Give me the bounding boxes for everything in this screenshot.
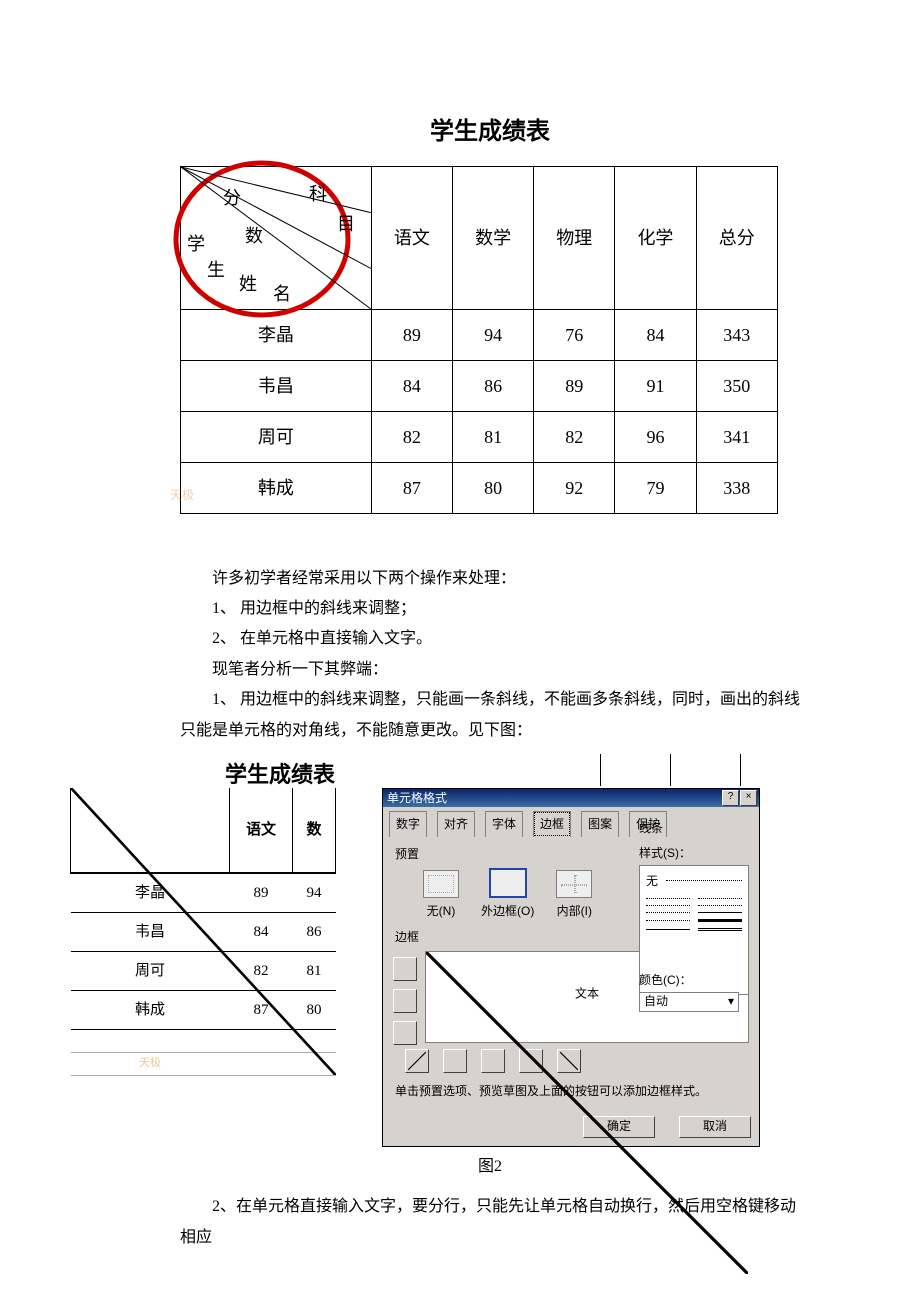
line-style-group: 线条 样式(S)： 无 <box>639 817 749 995</box>
line-style-dash4[interactable] <box>646 920 690 921</box>
cell: 338 <box>696 462 777 513</box>
table1-title: 学生成绩表 <box>180 110 800 156</box>
hdr-sheng: 生 <box>207 253 225 287</box>
cell: 86 <box>453 360 534 411</box>
border-middle-button[interactable] <box>393 989 417 1013</box>
format-cells-dialog: 单元格格式 ? × 数字 对齐 字体 边框 图案 保护 预置 <box>382 788 760 1147</box>
preset-inner-label: 内部(I) <box>556 900 592 923</box>
list-item-2: 2、 在单元格中直接输入文字。 <box>180 624 800 654</box>
cell: 87 <box>371 462 452 513</box>
col-yuwen: 语文 <box>371 166 452 309</box>
diagonal-corner <box>71 788 230 873</box>
col-wuli: 物理 <box>534 166 615 309</box>
style-label: 样式(S)： <box>639 842 749 865</box>
cell: 84 <box>371 360 452 411</box>
preset-inner[interactable]: 内部(I) <box>556 870 592 923</box>
hdr-fen: 分 <box>223 181 241 215</box>
cell: 343 <box>696 309 777 360</box>
lines-group-label: 线条 <box>639 817 749 840</box>
preview-text: 文本 <box>575 982 599 1005</box>
tab-number[interactable]: 数字 <box>389 811 427 837</box>
paragraph-drawbacks: 1、 用边框中的斜线来调整，只能画一条斜线，不能画多条斜线，同时，画出的斜线只能… <box>180 685 800 746</box>
hdr-mu: 目 <box>337 207 355 241</box>
tab-font[interactable]: 字体 <box>485 811 523 837</box>
cell: 89 <box>371 309 452 360</box>
cell: 89 <box>534 360 615 411</box>
cell: 81 <box>453 411 534 462</box>
paragraph-analyze: 现笔者分析一下其弊端： <box>180 655 800 685</box>
help-button[interactable]: ? <box>722 790 739 806</box>
hdr-ming: 名 <box>273 277 291 311</box>
preset-outer[interactable]: 外边框(O) <box>481 868 534 923</box>
cell: 350 <box>696 360 777 411</box>
line-style-double[interactable] <box>698 928 742 931</box>
tab-border[interactable]: 边框 <box>533 811 571 837</box>
table-row: 周可 82 81 82 96 341 <box>181 411 778 462</box>
hdr-xing: 姓 <box>239 267 257 301</box>
cell-name: 韦昌 <box>181 360 372 411</box>
preset-outer-label: 外边框(O) <box>481 900 534 923</box>
color-label: 颜色(C)： <box>639 969 749 992</box>
cell: 96 <box>615 411 696 462</box>
chevron-down-icon: ▾ <box>728 990 734 1013</box>
line-style-thick[interactable] <box>698 919 742 922</box>
preset-none[interactable]: 无(N) <box>423 870 459 923</box>
sheet-gridlines <box>600 754 750 784</box>
paragraph-intro: 许多初学者经常采用以下两个操作来处理： <box>180 564 800 594</box>
cell: 84 <box>615 309 696 360</box>
cell: 91 <box>615 360 696 411</box>
hdr-ke: 科 <box>309 177 327 211</box>
table-row: 韦昌 84 86 89 91 350 <box>181 360 778 411</box>
hdr-xue: 学 <box>187 227 205 261</box>
cell-name: 周可 <box>181 411 372 462</box>
line-style-dash3[interactable] <box>646 912 690 913</box>
cell: 76 <box>534 309 615 360</box>
grades-table-1: 分 科 数 目 学 生 姓 名 语文 数学 物理 化学 总分 李晶 89 94 <box>180 166 778 514</box>
cell: 94 <box>453 309 534 360</box>
line-style-solid[interactable] <box>698 912 742 913</box>
hdr-shu: 数 <box>245 219 263 253</box>
table-row: 李晶 89 94 76 84 343 <box>181 309 778 360</box>
cell: 82 <box>534 411 615 462</box>
cell: 92 <box>534 462 615 513</box>
tab-align[interactable]: 对齐 <box>437 811 475 837</box>
dialog-titlebar[interactable]: 单元格格式 ? × <box>383 789 759 807</box>
col-shuxue: 数学 <box>453 166 534 309</box>
line-style-thin[interactable] <box>646 929 690 930</box>
table-row: 韩成 87 80 92 79 338 <box>181 462 778 513</box>
tab-pattern[interactable]: 图案 <box>581 811 619 837</box>
figure-2: 学生成绩表 语文 数 李晶 89 94 韦昌 84 <box>70 754 800 1134</box>
line-style-dash[interactable] <box>666 880 742 881</box>
cell: 80 <box>453 462 534 513</box>
border-top-button[interactable] <box>393 957 417 981</box>
preset-none-label: 无(N) <box>423 900 459 923</box>
watermark-logo: 天极 <box>170 484 260 524</box>
col-zongfen: 总分 <box>696 166 777 309</box>
line-style-dot2[interactable] <box>646 905 690 906</box>
table1-container: 分 科 数 目 学 生 姓 名 语文 数学 物理 化学 总分 李晶 89 94 <box>180 166 800 514</box>
cell: 79 <box>615 462 696 513</box>
cell: 82 <box>371 411 452 462</box>
col-huaxue: 化学 <box>615 166 696 309</box>
close-button[interactable]: × <box>740 790 757 806</box>
line-style-none[interactable]: 无 <box>646 870 658 893</box>
line-style-dashdot[interactable] <box>698 898 742 899</box>
cell-name: 李晶 <box>181 309 372 360</box>
list-item-1: 1、 用边框中的斜线来调整； <box>180 594 800 624</box>
color-value: 自动 <box>644 990 668 1013</box>
line-style-dash2[interactable] <box>698 905 742 906</box>
dialog-title: 单元格格式 <box>387 787 447 810</box>
diagonal-header-cell: 分 科 数 目 学 生 姓 名 <box>181 166 372 309</box>
line-style-dot[interactable] <box>646 898 690 899</box>
grades-table-2: 语文 数 李晶 89 94 韦昌 84 86 周可 82 81 韩成 87 80 <box>70 788 336 1076</box>
border-bottom-button[interactable] <box>393 1021 417 1045</box>
cell: 341 <box>696 411 777 462</box>
watermark-logo: 天极 <box>71 1052 230 1075</box>
color-dropdown[interactable]: 自动 ▾ <box>639 992 739 1012</box>
